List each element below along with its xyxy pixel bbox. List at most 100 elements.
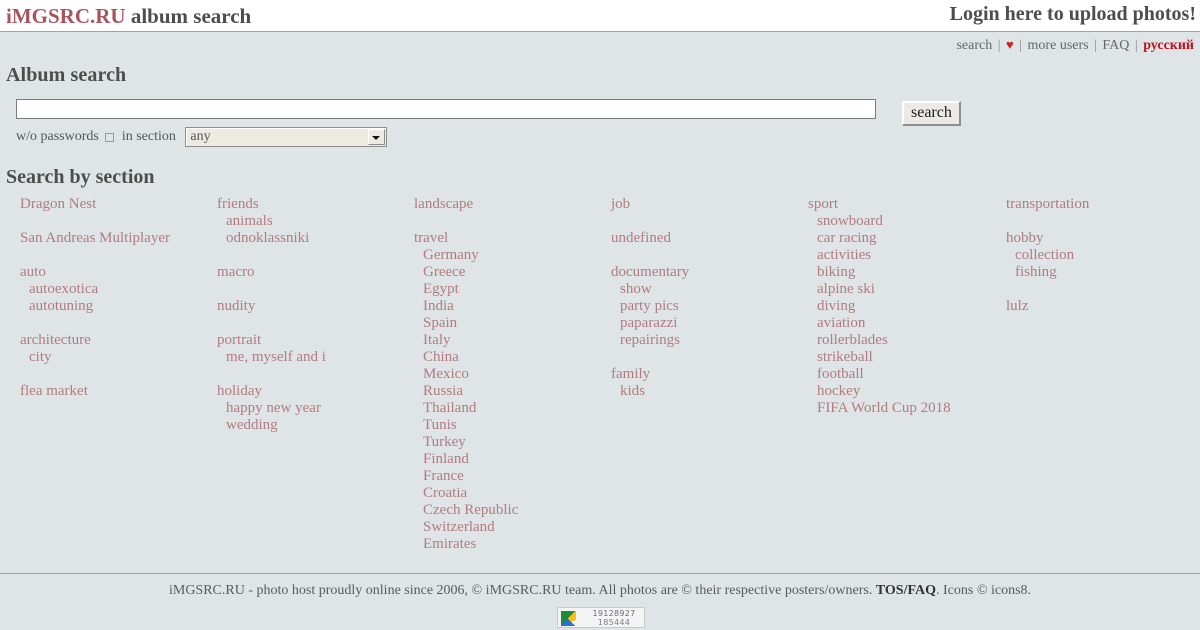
subsection-link[interactable]: animals — [217, 213, 417, 230]
site-header: iMGSRC.RU album search Login here to upl… — [0, 0, 1200, 32]
subsection-link[interactable]: city — [20, 349, 220, 366]
section-link[interactable]: documentary — [611, 264, 811, 281]
section-group: landscape — [414, 196, 614, 213]
section-link[interactable]: nudity — [217, 298, 417, 315]
section-column-2: friends animals odnoklassniki macro nudity po… — [217, 196, 417, 451]
subsection-link[interactable]: kids — [611, 383, 811, 400]
section-group: architecture city — [20, 332, 220, 366]
section-group: macro — [217, 264, 417, 281]
section-link[interactable]: lulz — [1006, 298, 1200, 315]
subsection-link[interactable]: Germany — [414, 247, 614, 264]
subsection-link[interactable]: strikeball — [808, 349, 1008, 366]
subsection-link[interactable]: paparazzi — [611, 315, 811, 332]
subsection-link[interactable]: Finland — [414, 451, 614, 468]
subsection-link[interactable]: Czech Republic — [414, 502, 614, 519]
section-select[interactable]: any — [185, 127, 388, 147]
section-link[interactable]: macro — [217, 264, 417, 281]
footer-tos-faq-link[interactable]: TOS/FAQ — [876, 583, 936, 598]
sections-title: Search by section — [6, 166, 155, 188]
in-section-label: in section — [121, 129, 176, 144]
nav-faq-link[interactable]: FAQ — [1102, 38, 1129, 53]
subsection-link[interactable]: odnoklassniki — [217, 230, 417, 247]
section-link[interactable]: transportation — [1006, 196, 1200, 213]
subsection-link[interactable]: repairings — [611, 332, 811, 349]
section-link[interactable]: portrait — [217, 332, 417, 349]
section-link[interactable]: architecture — [20, 332, 220, 349]
subsection-link[interactable]: activities — [808, 247, 1008, 264]
section-link[interactable]: holiday — [217, 383, 417, 400]
subsection-link[interactable]: Mexico — [414, 366, 614, 383]
subsection-link[interactable]: Tunis — [414, 417, 614, 434]
counter-logo-icon — [561, 611, 576, 626]
subsection-link[interactable]: China — [414, 349, 614, 366]
subsection-link[interactable]: India — [414, 298, 614, 315]
subsection-link[interactable]: diving — [808, 298, 1008, 315]
section-link[interactable]: hobby — [1006, 230, 1200, 247]
subsection-link[interactable]: autotuning — [20, 298, 220, 315]
subsection-link[interactable]: fishing — [1006, 264, 1200, 281]
section-link[interactable]: undefined — [611, 230, 811, 247]
search-input[interactable] — [16, 99, 876, 119]
nav-search-link[interactable]: search — [956, 38, 992, 53]
section-link[interactable]: San Andreas Multiplayer — [20, 230, 220, 247]
heart-icon[interactable]: ♥ — [1006, 37, 1014, 52]
subsection-link[interactable]: France — [414, 468, 614, 485]
section-link[interactable]: family — [611, 366, 811, 383]
subsection-link[interactable]: Egypt — [414, 281, 614, 298]
subsection-link[interactable]: collection — [1006, 247, 1200, 264]
search-button[interactable]: search — [902, 101, 961, 126]
subsection-link[interactable]: Switzerland — [414, 519, 614, 536]
section-link[interactable]: auto — [20, 264, 220, 281]
login-upload-link[interactable]: Login here to upload photos! — [950, 3, 1196, 26]
subsection-link[interactable]: football — [808, 366, 1008, 383]
section-select-value: any — [190, 129, 211, 144]
subsection-link[interactable]: alpine ski — [808, 281, 1008, 298]
subsection-link[interactable]: Russia — [414, 383, 614, 400]
subsection-link[interactable]: Spain — [414, 315, 614, 332]
wo-passwords-checkbox[interactable] — [105, 132, 115, 142]
subsection-link[interactable]: FIFA World Cup 2018 — [808, 400, 1008, 417]
nav-russian-link[interactable]: русский — [1143, 38, 1194, 53]
nav-more-users-link[interactable]: more users — [1028, 38, 1089, 53]
section-group: hobby collection fishing — [1006, 230, 1200, 281]
subsection-link[interactable]: Croatia — [414, 485, 614, 502]
liveinternet-counter[interactable]: 19128927 185444 — [557, 607, 645, 628]
subsection-link[interactable]: Greece — [414, 264, 614, 281]
section-group: transportation — [1006, 196, 1200, 213]
section-column-5: sport snowboard car racing activities biking… — [808, 196, 1008, 434]
subsection-link[interactable]: hockey — [808, 383, 1008, 400]
section-link[interactable]: sport — [808, 196, 1008, 213]
subsection-link[interactable]: rollerblades — [808, 332, 1008, 349]
section-link[interactable]: travel — [414, 230, 614, 247]
section-link[interactable]: flea market — [20, 383, 220, 400]
subsection-link[interactable]: snowboard — [808, 213, 1008, 230]
section-link[interactable]: landscape — [414, 196, 614, 213]
subsection-link[interactable]: show — [611, 281, 811, 298]
subsection-link[interactable]: happy new year — [217, 400, 417, 417]
chevron-down-icon[interactable] — [368, 129, 386, 145]
section-link[interactable]: job — [611, 196, 811, 213]
subsection-link[interactable]: autoexotica — [20, 281, 220, 298]
section-link[interactable]: friends — [217, 196, 417, 213]
nav-separator-1: | — [997, 38, 1001, 53]
subsection-link[interactable]: Turkey — [414, 434, 614, 451]
subsection-link[interactable]: Emirates — [414, 536, 614, 553]
section-group: flea market — [20, 383, 220, 400]
section-column-3: landscape travel Germany Greece Egypt India Sp… — [414, 196, 614, 570]
section-group: nudity — [217, 298, 417, 315]
section-column-6: transportation hobby collection fishing lulz — [1006, 196, 1200, 332]
counter-numbers: 19128927 185444 — [584, 609, 644, 627]
subsection-link[interactable]: Thailand — [414, 400, 614, 417]
subsection-link[interactable]: biking — [808, 264, 1008, 281]
subsection-link[interactable]: wedding — [217, 417, 417, 434]
section-group: auto autoexotica autotuning — [20, 264, 220, 315]
section-link[interactable]: Dragon Nest — [20, 196, 220, 213]
subsection-link[interactable]: car racing — [808, 230, 1008, 247]
section-group: family kids — [611, 366, 811, 400]
section-group: documentary show party pics paparazzi repair… — [611, 264, 811, 349]
subsection-link[interactable]: aviation — [808, 315, 1008, 332]
subsection-link[interactable]: Italy — [414, 332, 614, 349]
subsection-link[interactable]: party pics — [611, 298, 811, 315]
subsection-link[interactable]: me, myself and i — [217, 349, 417, 366]
section-group: sport snowboard car racing activities biking… — [808, 196, 1008, 417]
